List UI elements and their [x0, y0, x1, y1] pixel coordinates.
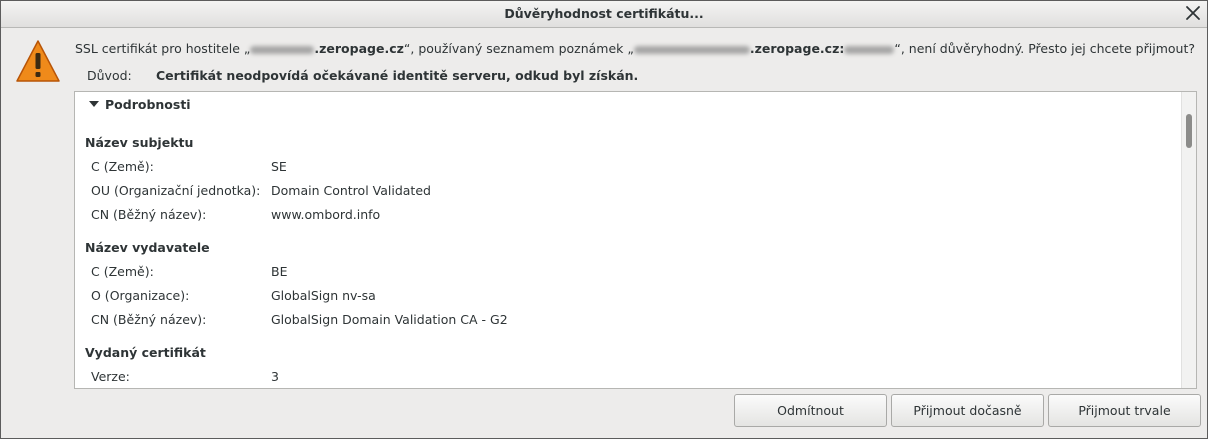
- field-label: O (Organizace):: [91, 288, 190, 303]
- close-button[interactable]: [1183, 3, 1203, 23]
- titlebar[interactable]: Důvěryhodnost certifikátu...: [1, 1, 1207, 28]
- section-title-subject: Název subjektu: [85, 135, 194, 150]
- warning-icon: [15, 38, 61, 84]
- window-title: Důvěryhodnost certifikátu...: [504, 6, 704, 21]
- message-part-1: SSL certifikát pro hostitele „: [75, 41, 251, 56]
- field-label: Verze:: [91, 369, 130, 384]
- section-title-issuer: Název vydavatele: [85, 240, 210, 255]
- host-suffix: .zeropage.cz: [314, 41, 404, 56]
- field-value: 3: [271, 369, 279, 384]
- accept-temporarily-label: Přijmout dočasně: [913, 403, 1022, 418]
- details-expander[interactable]: Podrobnosti: [89, 97, 191, 112]
- redacted-port: [844, 45, 895, 54]
- accept-permanently-button[interactable]: Přijmout trvale: [1048, 394, 1201, 427]
- details-expander-label: Podrobnosti: [105, 97, 191, 112]
- field-value: GlobalSign Domain Validation CA - G2: [271, 312, 508, 327]
- close-icon: [1186, 6, 1200, 20]
- triangle-down-icon: [89, 100, 99, 107]
- reject-button-label: Odmítnout: [777, 403, 844, 418]
- field-value: Domain Control Validated: [271, 183, 431, 198]
- accept-temporarily-button[interactable]: Přijmout dočasně: [891, 394, 1044, 427]
- field-label: CN (Běžný název):: [91, 312, 207, 327]
- certificate-trust-dialog: Důvěryhodnost certifikátu... SSL certifi…: [0, 0, 1208, 439]
- field-label: C (Země):: [91, 264, 154, 279]
- field-value: www.ombord.info: [271, 207, 381, 222]
- details-panel[interactable]: Podrobnosti Název subjektu C (Země): SE …: [74, 91, 1197, 389]
- redacted-notes-host: [633, 45, 750, 54]
- scrollbar-thumb[interactable]: [1186, 114, 1192, 148]
- trust-message: SSL certifikát pro hostitele „ .zeropage.…: [75, 41, 1195, 56]
- field-value: BE: [271, 264, 288, 279]
- reason-label: Důvod:: [87, 68, 132, 83]
- reject-button[interactable]: Odmítnout: [734, 394, 887, 427]
- field-value: SE: [271, 159, 287, 174]
- field-label: CN (Běžný název):: [91, 207, 207, 222]
- accept-permanently-label: Přijmout trvale: [1078, 403, 1171, 418]
- field-value: GlobalSign nv-sa: [271, 288, 376, 303]
- redacted-hostname: [250, 45, 315, 54]
- field-label: C (Země):: [91, 159, 154, 174]
- vertical-scrollbar[interactable]: [1181, 92, 1196, 388]
- message-part-3: “, není důvěryhodný. Přesto jej chcete p…: [894, 41, 1195, 56]
- reason-text: Certifikát neodpovídá očekávané identitě…: [156, 68, 639, 83]
- notes-suffix: .zeropage.cz:: [749, 41, 845, 56]
- section-title-issued-cert: Vydaný certifikát: [85, 345, 206, 360]
- field-label: OU (Organizační jednotka):: [91, 183, 261, 198]
- message-part-2: “, používaný seznamem poznámek „: [403, 41, 634, 56]
